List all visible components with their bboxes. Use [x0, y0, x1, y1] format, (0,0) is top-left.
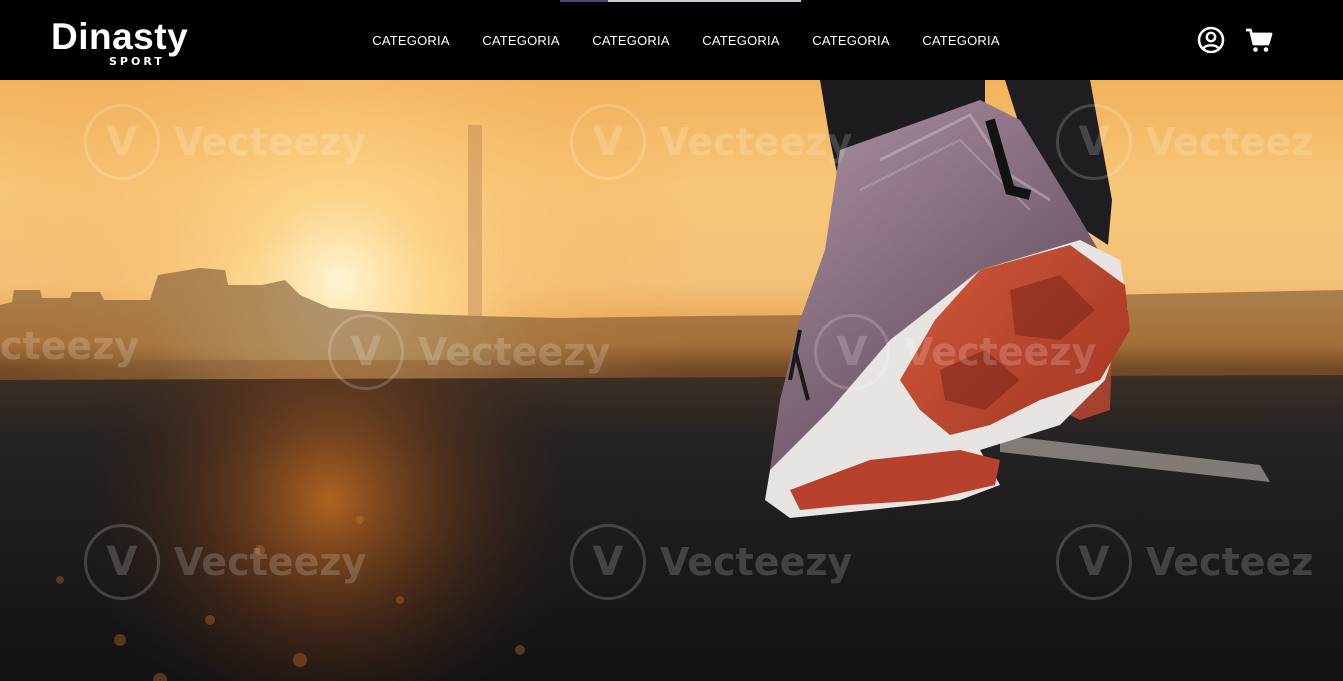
brand-name: Dinasty	[51, 16, 189, 57]
nav-item-category-3[interactable]: CATEGORIA	[576, 33, 686, 48]
brand-logo[interactable]: Dinasty SPORT	[51, 17, 201, 71]
brand-tagline: SPORT	[109, 55, 165, 68]
user-account-icon[interactable]	[1196, 25, 1226, 55]
nav-actions	[1196, 24, 1274, 56]
nav-item-category-6[interactable]: CATEGORIA	[906, 33, 1016, 48]
nav-item-category-5[interactable]: CATEGORIA	[796, 33, 906, 48]
shopping-cart-icon[interactable]	[1244, 25, 1274, 55]
nav-item-category-1[interactable]: CATEGORIA	[356, 33, 466, 48]
nav-item-category-2[interactable]: CATEGORIA	[466, 33, 576, 48]
top-navbar: Dinasty SPORT CATEGORIA CATEGORIA CATEGO…	[0, 0, 1343, 80]
main-nav: CATEGORIA CATEGORIA CATEGORIA CATEGORIA …	[356, 0, 1016, 80]
hero-image-running-shoe	[0, 80, 1343, 681]
hero-banner: V Vecteezy V Vecteezy V Vecteez cteezy V…	[0, 80, 1343, 681]
nav-item-category-4[interactable]: CATEGORIA	[686, 33, 796, 48]
